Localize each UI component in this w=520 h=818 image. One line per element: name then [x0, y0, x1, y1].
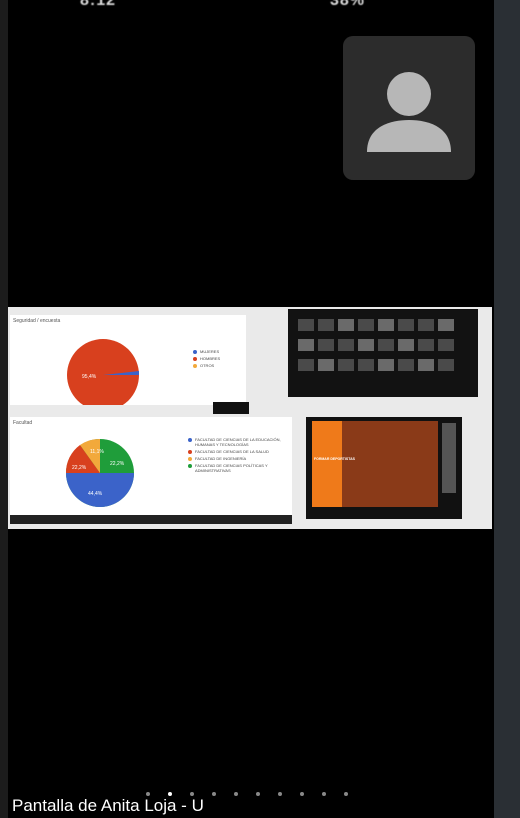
window-left-edge — [0, 0, 8, 818]
video-participant-strip — [442, 423, 456, 493]
status-bar: 8:12 38% — [60, 0, 480, 14]
pie-label: 95,4% — [82, 374, 97, 380]
slide-gender-chart: Seguridad / encuesta 95,4% MUJERES HOMBR… — [10, 315, 246, 405]
slide-toolbar — [213, 402, 249, 414]
pie-label: 44,4% — [88, 491, 103, 497]
video-caption: FORMAR DEPORTISTAS — [314, 457, 355, 461]
battery-status: 38% — [330, 0, 366, 9]
shared-screen[interactable]: Seguridad / encuesta 95,4% MUJERES HOMBR… — [8, 307, 492, 529]
screen-share-owner-label: Pantalla de Anita Loja - U — [12, 796, 204, 815]
slide-faculty-chart: Facultad 44,4% 22,2% 11,1% 22,2% FACULTA… — [10, 417, 292, 515]
status-time: 8:12 — [80, 0, 117, 9]
pie-label: 11,1% — [90, 449, 104, 455]
self-video-tile[interactable] — [343, 36, 475, 180]
window-right-edge — [494, 0, 520, 818]
sports-video-thumbnail: FORMAR DEPORTISTAS — [306, 417, 462, 519]
slide-toolbar — [10, 515, 292, 524]
chart-legend: MUJERES HOMBRES OTROS — [193, 349, 245, 370]
participant-gallery-thumbnail — [288, 309, 478, 397]
pie-label: 22,2% — [110, 461, 125, 467]
person-avatar-icon — [367, 72, 451, 152]
pie-label: 22,2% — [72, 465, 87, 471]
video-frame: FORMAR DEPORTISTAS — [312, 421, 438, 507]
chart-legend: FACULTAD DE CIENCIAS DE LA EDUCACIÓN, HU… — [188, 437, 288, 475]
